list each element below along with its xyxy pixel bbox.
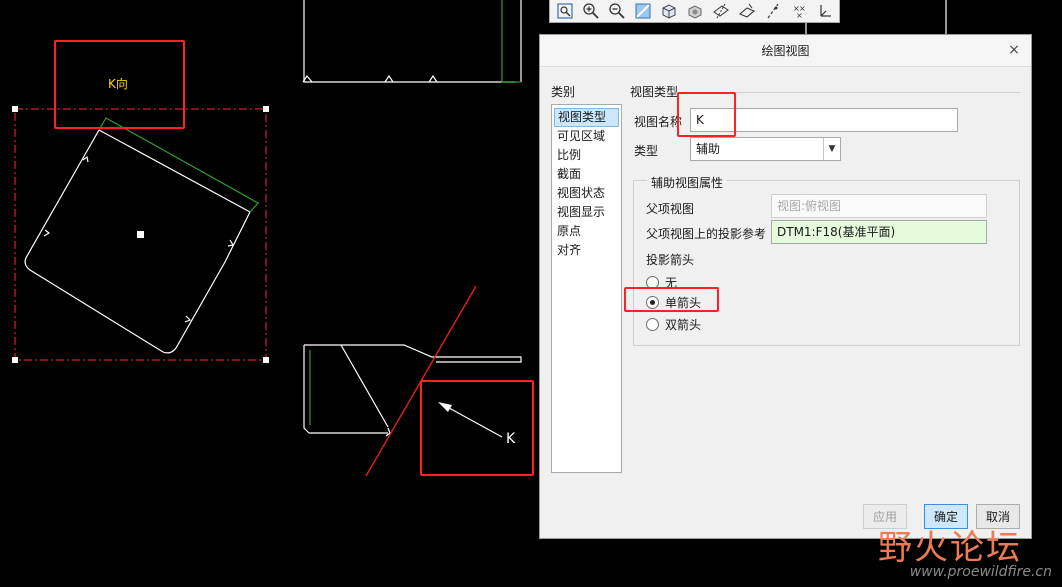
arrow-option-none-label: 无 [665,276,678,290]
category-section[interactable]: 截面 [552,165,621,184]
watermark-logo-text: 野火论坛 [878,528,1022,568]
aux-view-properties-title: 辅助视图属性 [647,174,728,191]
saved-orientations-icon[interactable] [683,1,707,21]
view-name-label: 视图名称 [634,115,683,129]
chevron-down-icon[interactable]: ▼ [823,138,840,160]
radio-single[interactable] [646,296,659,309]
parent-view-field: 视图:俯视图 [771,194,987,218]
projection-arrow-group-label: 投影箭头 [646,253,695,267]
view-toolbar: × × × [549,0,840,23]
arrow-option-single[interactable]: 单箭头 [646,294,701,311]
radio-none[interactable] [646,276,659,289]
parent-view-label: 父项视图 [646,202,695,216]
aux-view-green-edge [98,117,259,213]
view-label-text: K向 [108,76,128,91]
close-icon[interactable]: × [1007,43,1021,57]
category-scale[interactable]: 比例 [552,146,621,165]
category-alignment[interactable]: 对齐 [552,241,621,260]
category-visible-area[interactable]: 可见区域 [552,127,621,146]
arrow-option-double[interactable]: 双箭头 [646,316,701,333]
repaint-icon[interactable] [631,1,655,21]
zoom-window-icon[interactable] [553,1,577,21]
plane-display-icon[interactable] [735,1,759,21]
arrow-option-single-label: 单箭头 [665,296,702,310]
categories-label: 类别 [551,85,576,99]
watermark: 野火论坛 www.proewildfire.cn [878,520,1062,587]
arrow-option-none[interactable]: 无 [646,274,677,291]
dialog-titlebar[interactable]: 绘图视图 × [540,35,1031,67]
point-display-icon[interactable]: × × × [787,1,811,21]
projection-ref-field[interactable]: DTM1:F18(基准平面) [771,220,987,244]
datum-plane-line[interactable] [365,285,477,477]
side-view-geometry [303,344,522,437]
type-label: 类型 [634,144,659,158]
axis-display-icon[interactable] [761,1,785,21]
display-style-icon[interactable] [657,1,681,21]
projection-arrow-label: K [506,431,516,447]
projection-arrow[interactable] [438,402,503,438]
aux-view-geometry [24,129,251,354]
zoom-in-icon[interactable] [579,1,603,21]
category-origin[interactable]: 原点 [552,222,621,241]
section-divider [682,92,1020,93]
type-select[interactable]: 辅助 ▼ [690,137,841,161]
top-view-green-edge [501,0,521,83]
arrow-option-double-label: 双箭头 [665,318,702,332]
watermark-url: www.proewildfire.cn [909,564,1052,580]
radio-double[interactable] [646,318,659,331]
zoom-out-icon[interactable] [605,1,629,21]
view-name-input[interactable]: K [690,108,958,132]
category-view-states[interactable]: 视图状态 [552,184,621,203]
datum-display-icon[interactable] [709,1,733,21]
svg-text:×: × [796,11,803,20]
section-title: 视图类型 [630,85,679,99]
type-select-value: 辅助 [696,142,721,156]
csys-display-icon[interactable] [813,1,837,21]
category-view-display[interactable]: 视图显示 [552,203,621,222]
category-view-type[interactable]: 视图类型 [554,108,619,127]
categories-list: 视图类型 可见区域 比例 截面 视图状态 视图显示 原点 对齐 [551,104,622,473]
aux-view-selection-box[interactable] [12,106,269,363]
projection-ref-label: 父项视图上的投影参考 [646,227,767,241]
drawing-view-dialog: 绘图视图 × 类别 视图类型 可见区域 比例 截面 视图状态 视图显示 原点 对… [539,34,1032,539]
dialog-title: 绘图视图 [761,44,810,58]
